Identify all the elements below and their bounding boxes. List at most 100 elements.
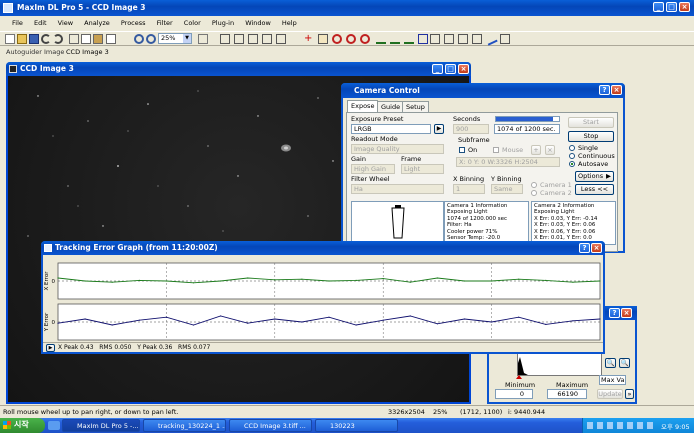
continuous-radio[interactable]	[569, 153, 575, 159]
tab-autoguider-image[interactable]: Autoguider Image	[6, 48, 64, 56]
filter-wheel-select[interactable]: Ha	[351, 184, 444, 194]
minimum-input[interactable]: 0	[495, 389, 533, 399]
window-icon-2[interactable]	[444, 34, 454, 44]
seconds-input[interactable]: 900	[453, 124, 489, 134]
new-icon[interactable]	[5, 34, 15, 44]
target-icon-2[interactable]	[346, 34, 356, 44]
taskbar-item-folder[interactable]: 130223	[315, 419, 398, 432]
maximum-input[interactable]: 66190	[547, 389, 587, 399]
subframe-on-checkbox[interactable]	[459, 147, 465, 153]
stretch-close-button[interactable]: ×	[621, 308, 632, 318]
close-button[interactable]: ×	[679, 2, 690, 12]
tab-guide[interactable]: Guide	[377, 101, 405, 112]
zoom-in-icon[interactable]	[134, 34, 144, 44]
tab-expose[interactable]: Expose	[347, 100, 379, 112]
subframe-mouse-checkbox[interactable]	[493, 147, 499, 153]
undo-icon[interactable]	[41, 34, 51, 44]
camera-close-button[interactable]: ×	[611, 85, 622, 95]
menu-window[interactable]: Window	[245, 19, 271, 27]
stretch-zoom-out-icon[interactable]: 🔍	[619, 358, 630, 368]
target-icon-1[interactable]	[332, 34, 342, 44]
start-button[interactable]: 시작	[0, 418, 45, 433]
zoom-out-icon[interactable]	[146, 34, 156, 44]
taskbar-item-ccd-image[interactable]: CCD Image 3.tiff ...	[229, 419, 312, 432]
minimize-button[interactable]: _	[653, 2, 664, 12]
update-button[interactable]: Update	[597, 389, 623, 399]
pan-icon[interactable]	[106, 34, 116, 44]
stretch-icon[interactable]	[318, 34, 328, 44]
taskbar-item-maxim[interactable]: MaxIm DL Pro 5 -...	[62, 419, 140, 432]
paste-icon[interactable]	[93, 34, 103, 44]
graph-help-button[interactable]: ?	[579, 243, 590, 253]
open-icon[interactable]	[17, 34, 27, 44]
menu-file[interactable]: File	[12, 19, 23, 27]
stop-icon[interactable]	[418, 34, 428, 44]
menu-help[interactable]: Help	[282, 19, 297, 27]
image-minimize-button[interactable]: _	[432, 64, 443, 74]
image-maximize-button[interactable]: □	[445, 64, 456, 74]
max-val-label[interactable]: Max Va	[599, 375, 627, 385]
window-icon-5[interactable]	[500, 34, 510, 44]
tab-ccd-image-3[interactable]: CCD Image 3	[66, 48, 109, 56]
camera-tube-icon	[391, 205, 405, 239]
stop-button[interactable]: Stop	[568, 131, 614, 142]
menu-color[interactable]: Color	[184, 19, 201, 27]
menu-edit[interactable]: Edit	[34, 19, 47, 27]
crosshair-icon[interactable]: +	[304, 34, 314, 44]
window-icon-1[interactable]	[430, 34, 440, 44]
save-icon[interactable]	[29, 34, 39, 44]
window-icon-3[interactable]	[458, 34, 468, 44]
camera2-radio[interactable]	[531, 190, 537, 196]
tab-setup[interactable]: Setup	[402, 101, 429, 112]
tool-icon-5[interactable]	[276, 34, 286, 44]
subframe-clear-button[interactable]: ×	[545, 145, 555, 155]
menu-view[interactable]: View	[58, 19, 73, 27]
redo-icon[interactable]	[53, 34, 63, 44]
filter-wheel-value: Ha	[354, 185, 363, 193]
data-point	[274, 318, 276, 320]
maximize-button[interactable]: □	[666, 2, 677, 12]
target-icon-3[interactable]	[360, 34, 370, 44]
menu-analyze[interactable]: Analyze	[84, 19, 110, 27]
camera-help-button[interactable]: ?	[599, 85, 610, 95]
tray-icons[interactable]	[587, 422, 657, 429]
tool-icon-1[interactable]	[220, 34, 230, 44]
graph-close-button[interactable]: ×	[591, 243, 602, 253]
stretch-help-button[interactable]: ?	[609, 308, 620, 318]
x-binning-select[interactable]: 1	[453, 184, 485, 194]
histogram-icon[interactable]	[376, 34, 386, 44]
preset-arrow-button[interactable]: ▶	[434, 124, 444, 134]
start-button[interactable]: Start	[568, 117, 614, 128]
cut-icon[interactable]	[69, 34, 79, 44]
frame-select[interactable]: Light	[401, 164, 444, 174]
stretch-zoom-in-icon[interactable]: 🔍	[605, 358, 616, 368]
tool-icon-3[interactable]	[248, 34, 258, 44]
taskbar-item-tracking[interactable]: tracking_130224_1 ...	[143, 419, 226, 432]
image-close-button[interactable]: ×	[458, 64, 469, 74]
single-radio[interactable]	[569, 145, 575, 151]
camera1-radio[interactable]	[531, 182, 537, 188]
copy-icon[interactable]	[81, 34, 91, 44]
tool-icon-4[interactable]	[262, 34, 272, 44]
menu-process[interactable]: Process	[121, 19, 146, 27]
y-binning-select[interactable]: Same	[491, 184, 523, 194]
histogram-min-marker[interactable]	[516, 375, 522, 379]
camera1-label: Camera 1	[540, 181, 572, 189]
tool-icon-2[interactable]	[234, 34, 244, 44]
graph-play-button[interactable]: ▶	[46, 344, 55, 352]
options-button[interactable]: Options ▶	[575, 171, 614, 182]
help-pointer-icon[interactable]	[198, 34, 208, 44]
exposure-preset-select[interactable]: LRGB	[351, 124, 431, 134]
stretch-expand-button[interactable]: »	[625, 389, 634, 399]
subframe-set-button[interactable]: +	[531, 145, 541, 155]
menu-filter[interactable]: Filter	[157, 19, 173, 27]
gain-select[interactable]: High Gain	[351, 164, 395, 174]
menu-plugin[interactable]: Plug-in	[212, 19, 234, 27]
readout-mode-select[interactable]: Image Quality	[351, 144, 444, 154]
less-button[interactable]: Less <<	[575, 184, 614, 195]
autosave-radio[interactable]	[569, 161, 575, 167]
window-icon-4[interactable]	[472, 34, 482, 44]
chart-icon[interactable]	[404, 34, 414, 44]
zoom-select[interactable]: 25% ▼	[158, 33, 192, 44]
graph-icon[interactable]	[390, 34, 400, 44]
